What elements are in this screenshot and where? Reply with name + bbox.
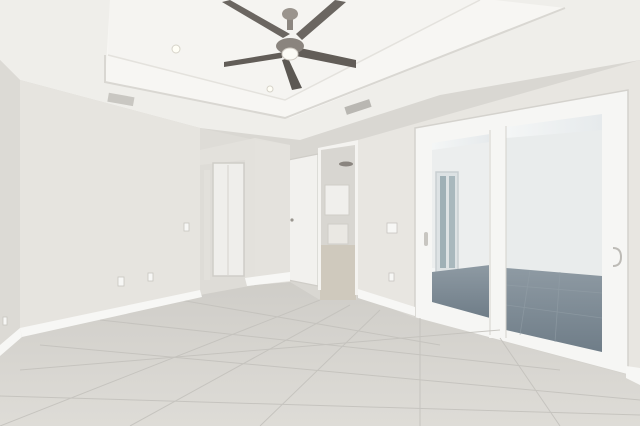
recessed-light: [171, 44, 181, 54]
left-wall: [0, 60, 20, 350]
wall-outlet: [2, 316, 8, 326]
wall-outlet: [117, 276, 125, 287]
room-photo-svg: [0, 0, 640, 426]
wall-outlet: [388, 272, 395, 282]
room-photo: [0, 0, 640, 426]
wall-outlet: [147, 272, 154, 282]
light-switch[interactable]: [386, 222, 398, 234]
recessed-light: [266, 85, 274, 93]
fan-light: [281, 47, 299, 61]
door-handle[interactable]: [424, 232, 428, 246]
door-knob[interactable]: [290, 218, 294, 222]
light-switch[interactable]: [183, 222, 190, 232]
